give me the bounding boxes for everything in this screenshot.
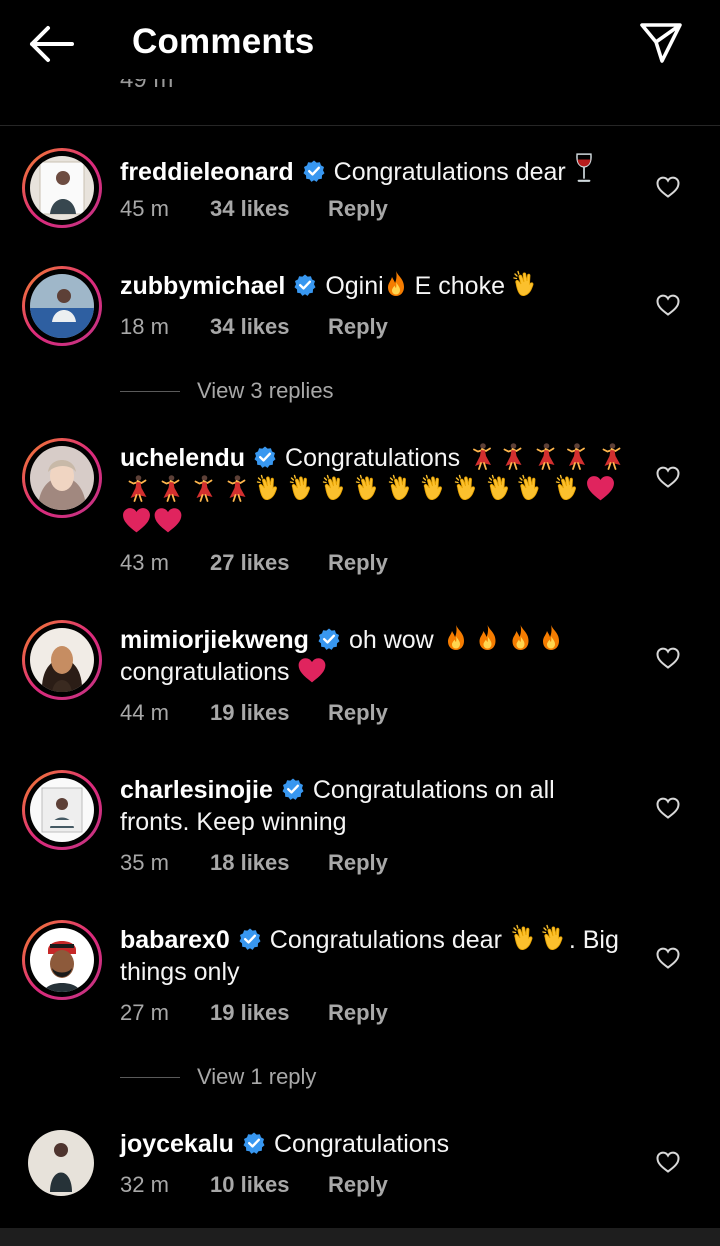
avatar[interactable] [22, 148, 102, 228]
like-heart-icon[interactable] [656, 466, 680, 488]
reply-button[interactable]: Reply [328, 1000, 388, 1026]
wine-glass-emoji-icon [573, 152, 595, 184]
comment-time: 27 m [120, 1000, 169, 1025]
clap-emoji-icon [551, 474, 584, 502]
clap-emoji-icon [450, 474, 483, 502]
fire-emoji-icon [537, 624, 565, 652]
verified-badge-icon [238, 927, 262, 951]
dancer-emoji-icon [495, 442, 528, 470]
clap-emoji-icon [252, 474, 285, 502]
fire-emoji-icon [384, 270, 408, 298]
comment-likes[interactable]: 19 likes [210, 1000, 290, 1026]
comment-likes[interactable]: 19 likes [210, 700, 290, 726]
comment-time: 43 m [120, 550, 169, 575]
reply-button[interactable]: Reply [328, 850, 388, 876]
dancer-emoji-icon [153, 474, 186, 502]
red-heart-emoji-icon [153, 506, 183, 534]
page-title: Comments [132, 22, 315, 61]
reply-button[interactable]: Reply [328, 700, 388, 726]
comment-username[interactable]: freddieleonard [120, 158, 294, 186]
like-heart-icon[interactable] [656, 947, 680, 969]
back-arrow-icon[interactable] [28, 24, 74, 64]
avatar[interactable] [22, 770, 102, 850]
comment-username[interactable]: uchelendu [120, 444, 245, 472]
avatar[interactable] [22, 920, 102, 1000]
avatar[interactable] [22, 1124, 102, 1204]
comment-likes[interactable]: 34 likes [210, 196, 290, 222]
comment-text: oh wow [348, 626, 434, 654]
header-divider [0, 125, 720, 126]
verified-badge-icon [293, 273, 317, 297]
comment-likes[interactable]: 34 likes [210, 314, 290, 340]
clap-emoji-icon [351, 474, 384, 502]
replies-divider-line [120, 391, 180, 392]
like-heart-icon[interactable] [656, 1151, 680, 1173]
comment-text-continued: E choke [414, 272, 505, 300]
comment-time: 32 m [120, 1172, 169, 1197]
dancer-emoji-icon [467, 442, 495, 470]
comment-username[interactable]: babarex0 [120, 926, 230, 954]
bottom-bar [0, 1228, 720, 1246]
red-heart-emoji-icon [120, 506, 153, 534]
comment-username[interactable]: joycekalu [120, 1130, 234, 1158]
comment-likes[interactable]: 18 likes [210, 850, 290, 876]
dancer-emoji-icon [186, 474, 219, 502]
like-heart-icon[interactable] [656, 294, 680, 316]
comment-text: Congratulations dear [269, 926, 502, 954]
replies-divider-line [120, 1077, 180, 1078]
verified-badge-icon [242, 1131, 266, 1155]
clap-emoji-icon [516, 474, 544, 502]
verified-badge-icon [317, 627, 341, 651]
dancer-emoji-icon [596, 442, 625, 470]
comment-text: Congratulations [285, 444, 461, 472]
avatar[interactable] [22, 620, 102, 700]
clap-emoji-icon [285, 474, 318, 502]
clap-emoji-icon [483, 474, 516, 502]
red-heart-emoji-icon [584, 474, 617, 502]
like-heart-icon[interactable] [656, 797, 680, 819]
comment-time: 35 m [120, 850, 169, 875]
dancer-emoji-icon [219, 474, 252, 502]
reply-button[interactable]: Reply [328, 314, 388, 340]
avatar[interactable] [22, 438, 102, 518]
avatar[interactable] [22, 266, 102, 346]
comment-username[interactable]: zubbymichael [120, 272, 285, 300]
comment-username[interactable]: charlesinojie [120, 776, 273, 804]
clap-emoji-icon [512, 270, 538, 298]
comment-likes[interactable]: 10 likes [210, 1172, 290, 1198]
comment-text: Ogini [325, 272, 384, 300]
verified-badge-icon [253, 445, 277, 469]
fire-emoji-icon [441, 624, 471, 652]
partial-timestamp: 49 m [120, 79, 174, 93]
clap-emoji-icon [318, 474, 351, 502]
comment-time: 45 m [120, 196, 169, 221]
clap-emoji-icon [417, 474, 450, 502]
comment-text-continued: congratulations [120, 658, 290, 686]
fire-emoji-icon [471, 624, 504, 652]
comment-time: 18 m [120, 314, 169, 339]
clap-emoji-icon [384, 474, 417, 502]
clap-emoji-icon [509, 924, 539, 952]
like-heart-icon[interactable] [656, 647, 680, 669]
clap-emoji-icon [539, 924, 569, 952]
fire-emoji-icon [504, 624, 537, 652]
send-icon[interactable] [638, 20, 684, 64]
red-heart-emoji-icon [297, 656, 327, 684]
reply-button[interactable]: Reply [328, 550, 388, 576]
dancer-emoji-icon [120, 474, 153, 502]
comment-text: Congratulations [273, 1130, 450, 1158]
comment-time: 44 m [120, 700, 169, 725]
verified-badge-icon [302, 159, 326, 183]
comment-username[interactable]: mimiorjiekweng [120, 626, 309, 654]
dancer-emoji-icon [528, 442, 561, 470]
comment-text: Congratulations dear [333, 158, 566, 186]
comment-likes[interactable]: 27 likes [210, 550, 290, 576]
like-heart-icon[interactable] [656, 176, 680, 198]
top-bar: Comments [0, 0, 720, 90]
dancer-emoji-icon [561, 442, 589, 470]
reply-button[interactable]: Reply [328, 1172, 388, 1198]
reply-button[interactable]: Reply [328, 196, 388, 222]
verified-badge-icon [281, 777, 305, 801]
